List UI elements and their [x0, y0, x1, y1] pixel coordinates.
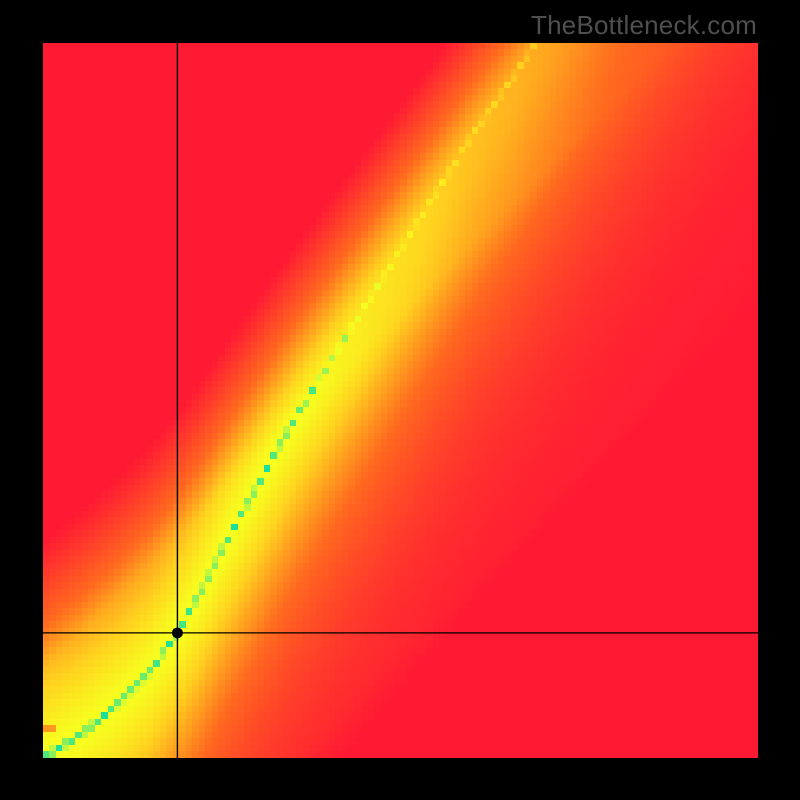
- chart-container: TheBottleneck.com: [0, 0, 800, 800]
- watermark-text: TheBottleneck.com: [531, 10, 757, 41]
- bottleneck-heatmap: [43, 43, 758, 758]
